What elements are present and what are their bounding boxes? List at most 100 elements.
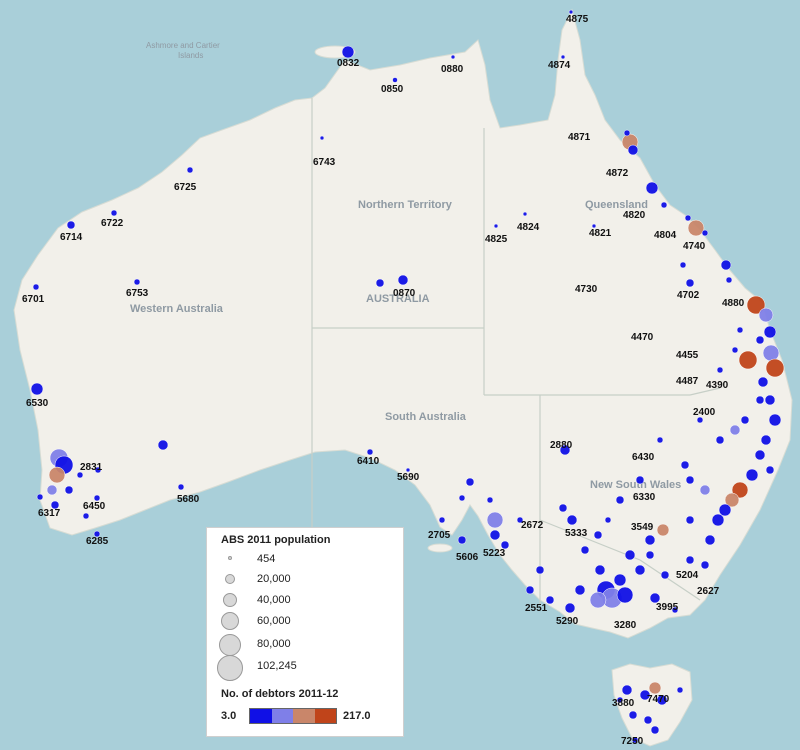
postcode-marker xyxy=(679,261,687,269)
kangaroo-island xyxy=(427,543,453,553)
postcode-marker xyxy=(397,274,409,286)
postcode-label: 6701 xyxy=(22,294,45,305)
postcode-label: 4871 xyxy=(568,132,591,143)
legend-size-circle xyxy=(225,574,235,584)
postcode-label: 4740 xyxy=(683,241,706,252)
postcode-marker xyxy=(450,54,456,60)
postcode-marker xyxy=(613,573,627,587)
legend-size-circle xyxy=(219,634,241,656)
legend-size-label: 40,000 xyxy=(257,594,291,606)
postcode-marker xyxy=(628,710,638,720)
postcode-marker xyxy=(644,534,656,546)
postcode-marker xyxy=(676,686,684,694)
postcode-marker xyxy=(680,460,690,470)
postcode-marker xyxy=(645,181,659,195)
legend-panel: ABS 2011 population 454 20,000 40,000 60… xyxy=(206,527,404,737)
postcode-label: 5204 xyxy=(676,570,699,581)
postcode-label: 4821 xyxy=(589,228,612,239)
postcode-marker xyxy=(758,307,774,323)
postcode-label: 3995 xyxy=(656,602,679,613)
postcode-label: 4872 xyxy=(606,168,629,179)
legend-size-row: 80,000 xyxy=(207,634,405,656)
postcode-marker xyxy=(616,586,634,604)
legend-size-label: 60,000 xyxy=(257,615,291,627)
legend-size-circle xyxy=(228,556,232,560)
legend-size-label: 80,000 xyxy=(257,638,291,650)
postcode-label: 2627 xyxy=(697,586,720,597)
postcode-marker xyxy=(615,495,625,505)
postcode-label: 2831 xyxy=(80,462,103,473)
postcode-marker xyxy=(684,214,692,222)
legend-size-circle xyxy=(223,593,237,607)
postcode-marker xyxy=(764,394,776,406)
postcode-marker xyxy=(157,439,169,451)
postcode-marker xyxy=(489,529,501,541)
postcode-marker xyxy=(687,219,705,237)
postcode-marker xyxy=(715,435,725,445)
postcode-marker xyxy=(558,503,568,513)
postcode-marker xyxy=(704,534,716,546)
postcode-marker xyxy=(30,382,44,396)
postcode-label: 6743 xyxy=(313,157,336,168)
region-label-nsw: New South Wales xyxy=(590,479,681,491)
postcode-label: 0832 xyxy=(337,58,360,69)
postcode-label: 2672 xyxy=(521,520,544,531)
postcode-marker xyxy=(755,335,765,345)
postcode-marker xyxy=(757,376,769,388)
postcode-marker xyxy=(656,436,664,444)
postcode-marker xyxy=(650,725,660,735)
legend-color-min: 3.0 xyxy=(221,710,237,722)
postcode-label: 4880 xyxy=(722,298,745,309)
postcode-marker xyxy=(720,259,732,271)
island-label-line1: Ashmore and Cartier xyxy=(146,41,220,50)
postcode-label: 6722 xyxy=(101,218,124,229)
postcode-label: 4825 xyxy=(485,234,508,245)
postcode-label: 6753 xyxy=(126,288,149,299)
postcode-marker xyxy=(656,523,670,537)
postcode-marker xyxy=(624,549,636,561)
postcode-label: 5690 xyxy=(397,472,420,483)
postcode-marker xyxy=(635,475,645,485)
postcode-marker xyxy=(522,211,528,217)
postcode-label: 7250 xyxy=(621,736,644,747)
postcode-marker xyxy=(768,413,782,427)
postcode-label: 4824 xyxy=(517,222,540,233)
legend-size-circle xyxy=(217,655,243,681)
postcode-marker xyxy=(760,434,772,446)
postcode-marker xyxy=(701,229,709,237)
postcode-marker xyxy=(493,223,499,229)
postcode-label: 6285 xyxy=(86,536,109,547)
legend-size-label: 102,245 xyxy=(257,660,297,672)
postcode-marker xyxy=(594,564,606,576)
postcode-label: 6530 xyxy=(26,398,49,409)
postcode-label: 6410 xyxy=(357,456,380,467)
postcode-marker xyxy=(718,503,732,517)
postcode-label: 4804 xyxy=(654,230,677,241)
postcode-marker xyxy=(574,584,586,596)
legend-size-label: 20,000 xyxy=(257,573,291,585)
postcode-marker xyxy=(685,515,695,525)
postcode-marker xyxy=(32,283,40,291)
postcode-marker xyxy=(48,466,66,484)
postcode-marker xyxy=(765,358,785,378)
postcode-marker xyxy=(458,494,466,502)
postcode-marker xyxy=(725,276,733,284)
postcode-marker xyxy=(754,449,766,461)
postcode-label: 7470 xyxy=(647,694,670,705)
postcode-marker xyxy=(643,715,653,725)
postcode-marker xyxy=(700,560,710,570)
postcode-marker xyxy=(36,493,44,501)
postcode-marker xyxy=(438,516,446,524)
postcode-marker xyxy=(763,325,777,339)
postcode-label: 6725 xyxy=(174,182,197,193)
postcode-label: 3880 xyxy=(612,698,635,709)
postcode-marker xyxy=(319,135,325,141)
postcode-marker xyxy=(634,564,646,576)
ramp-swatch xyxy=(314,709,336,723)
postcode-marker xyxy=(623,129,631,137)
postcode-marker xyxy=(486,511,504,529)
postcode-marker xyxy=(64,485,74,495)
postcode-label: 6317 xyxy=(38,508,61,519)
postcode-label: 7150 xyxy=(0,0,23,3)
postcode-label: 5680 xyxy=(177,494,200,505)
